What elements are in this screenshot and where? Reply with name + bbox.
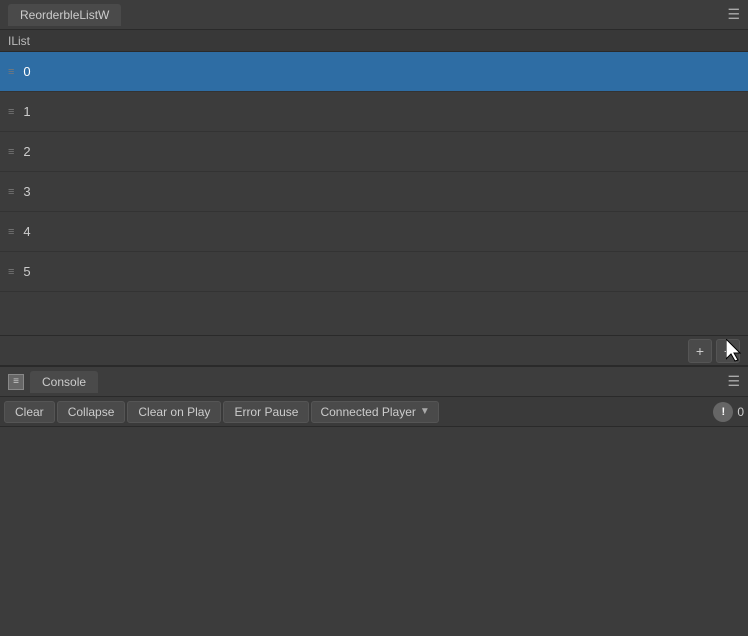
- console-toolbar: Clear Collapse Clear on Play Error Pause…: [0, 397, 748, 427]
- list-item-label: 3: [23, 184, 30, 199]
- top-panel: ReorderbleListW ☰ IList ≡ 0 ≡ 1 ≡ 2 ≡ 3 …: [0, 0, 748, 365]
- list-item-label: 4: [23, 224, 30, 239]
- list-item[interactable]: ≡ 4: [0, 212, 748, 252]
- warning-icon: !: [713, 402, 733, 422]
- add-item-button[interactable]: +: [688, 339, 712, 363]
- drag-handle-icon: ≡: [8, 106, 13, 118]
- error-pause-button[interactable]: Error Pause: [223, 401, 309, 423]
- top-panel-footer: + −: [0, 335, 748, 365]
- console-menu-icon[interactable]: ☰: [727, 373, 740, 390]
- list-items: ≡ 0 ≡ 1 ≡ 2 ≡ 3 ≡ 4 ≡ 5: [0, 52, 748, 335]
- list-item-label: 5: [23, 264, 30, 279]
- console-panel: ≡ Console ☰ Clear Collapse Clear on Play…: [0, 365, 748, 636]
- list-item[interactable]: ≡ 3: [0, 172, 748, 212]
- top-panel-menu-icon[interactable]: ☰: [727, 6, 740, 23]
- drag-handle-icon: ≡: [8, 266, 13, 278]
- console-title-bar: ≡ Console ☰: [0, 367, 748, 397]
- console-content: [0, 427, 748, 636]
- list-item[interactable]: ≡ 1: [0, 92, 748, 132]
- warning-count: 0: [737, 405, 744, 419]
- list-item[interactable]: ≡ 5: [0, 252, 748, 292]
- list-header: IList: [0, 30, 748, 52]
- connected-player-dropdown-icon: ▼: [420, 406, 430, 417]
- drag-handle-icon: ≡: [8, 186, 13, 198]
- clear-button[interactable]: Clear: [4, 401, 55, 423]
- connected-player-button[interactable]: Connected Player ▼: [311, 401, 438, 423]
- console-icon: ≡: [8, 374, 24, 390]
- top-panel-title-bar: ReorderbleListW ☰: [0, 0, 748, 30]
- drag-handle-icon: ≡: [8, 226, 13, 238]
- list-item[interactable]: ≡ 2: [0, 132, 748, 172]
- top-panel-tab[interactable]: ReorderbleListW: [8, 4, 121, 26]
- clear-on-play-button[interactable]: Clear on Play: [127, 401, 221, 423]
- drag-handle-icon: ≡: [8, 146, 13, 158]
- connected-player-label: Connected Player: [320, 405, 415, 419]
- list-item-label: 2: [23, 144, 30, 159]
- console-tab[interactable]: Console: [30, 371, 98, 393]
- list-item[interactable]: ≡ 0: [0, 52, 748, 92]
- console-toolbar-right: ! 0: [713, 402, 744, 422]
- list-item-label: 0: [23, 64, 30, 79]
- remove-item-button[interactable]: −: [716, 339, 740, 363]
- drag-handle-icon: ≡: [8, 66, 13, 78]
- collapse-button[interactable]: Collapse: [57, 401, 126, 423]
- list-header-label: IList: [8, 34, 30, 48]
- list-item-label: 1: [23, 104, 30, 119]
